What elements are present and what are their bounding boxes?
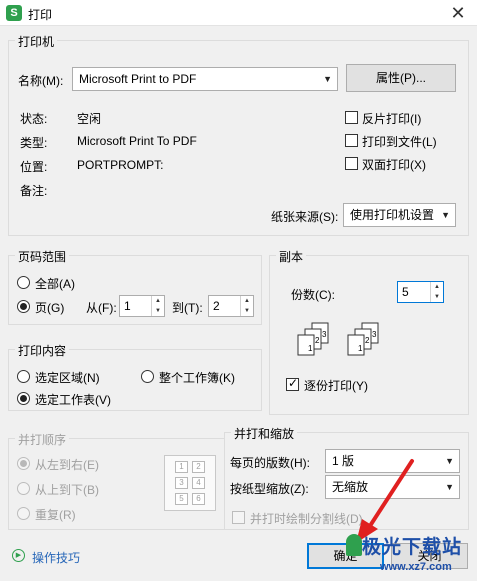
location-value: PORTPROMPT: xyxy=(77,158,164,172)
reverse-print-checkbox[interactable] xyxy=(345,111,358,124)
window-title: 打印 xyxy=(28,8,53,22)
draw-dividers-checkbox[interactable] xyxy=(232,511,245,524)
watermark-site-name: 极光下载站 xyxy=(362,537,463,558)
print-whole-workbook-label: 整个工作簿(K) xyxy=(159,371,235,385)
print-to-file-checkbox[interactable] xyxy=(345,134,358,147)
print-order-preview: 1 2 3 4 5 6 xyxy=(164,455,216,511)
stack-page-label: 1 xyxy=(308,344,313,353)
order-left-to-right-radio[interactable] xyxy=(17,457,30,470)
scale-to-paper-label: 按纸型缩放(Z): xyxy=(230,482,309,496)
app-logo-icon: S xyxy=(6,5,22,21)
copies-count-value: 5 xyxy=(402,285,409,299)
scaling-group-title: 并打和缩放 xyxy=(231,425,298,442)
collate-checkbox[interactable] xyxy=(286,376,299,391)
order-preview-cell: 3 xyxy=(175,477,188,489)
printer-group-title: 打印机 xyxy=(15,33,58,50)
page-range-all-label: 全部(A) xyxy=(35,277,75,291)
page-range-pages-radio[interactable] xyxy=(17,300,30,313)
to-page-spinner[interactable]: 2 ▲ ▼ xyxy=(208,295,254,317)
type-label: 类型: xyxy=(20,136,48,150)
close-icon: ✕ xyxy=(450,3,466,23)
print-to-file-label: 打印到文件(L) xyxy=(362,135,437,149)
order-preview-cell: 6 xyxy=(192,493,205,505)
paper-source-label: 纸张来源(S): xyxy=(271,210,339,224)
reverse-print-label: 反片打印(I) xyxy=(362,112,422,126)
stack-page-label: 3 xyxy=(322,330,327,339)
status-value: 空闲 xyxy=(77,112,102,126)
status-label: 状态: xyxy=(20,112,48,126)
chevron-down-icon: ▼ xyxy=(445,482,454,492)
site-watermark: 极光下载站 www.xz7.com xyxy=(346,530,472,578)
to-page-value: 2 xyxy=(213,299,220,313)
order-preview-cell: 1 xyxy=(175,461,188,473)
from-page-value: 1 xyxy=(124,299,131,313)
stack-page-label: 1 xyxy=(358,344,363,353)
order-preview-cell: 4 xyxy=(192,477,205,489)
order-repeat-label: 重复(R) xyxy=(35,508,76,522)
pages-per-sheet-label: 每页的版数(H): xyxy=(230,456,310,470)
spinner-arrows-icon[interactable]: ▲ ▼ xyxy=(240,296,253,316)
printer-properties-button[interactable]: 属性(P)... xyxy=(346,64,456,92)
order-top-to-bottom-radio[interactable] xyxy=(17,482,30,495)
order-preview-cell: 2 xyxy=(192,461,205,473)
order-preview-cell: 5 xyxy=(175,493,188,505)
print-active-sheet-label: 选定工作表(V) xyxy=(35,393,111,407)
spinner-arrows-icon[interactable]: ▲ ▼ xyxy=(151,296,164,316)
copies-count-spinner[interactable]: 5 ▲ ▼ xyxy=(397,281,444,303)
page-range-group-title: 页码范围 xyxy=(15,248,70,265)
stack-page-label: 2 xyxy=(365,336,370,345)
printer-name-select[interactable]: Microsoft Print to PDF ▼ xyxy=(72,67,338,91)
print-order-group-title: 并打顺序 xyxy=(15,431,70,448)
play-icon: ▶ xyxy=(12,549,25,562)
print-active-sheet-radio[interactable] xyxy=(17,392,30,405)
print-whole-workbook-radio[interactable] xyxy=(141,370,154,383)
from-page-label: 从(F): xyxy=(86,301,117,315)
operation-tips-link[interactable]: 操作技巧 xyxy=(32,549,80,566)
location-label: 位置: xyxy=(20,160,48,174)
collate-label: 逐份打印(Y) xyxy=(304,379,368,393)
printer-name-label: 名称(M): xyxy=(18,74,64,88)
duplex-print-label: 双面打印(X) xyxy=(362,158,426,172)
collate-stack-icon: 3 2 1 xyxy=(347,322,379,356)
watermark-url: www.xz7.com xyxy=(380,561,452,573)
chevron-down-icon: ▼ xyxy=(323,74,332,84)
page-range-pages-label: 页(G) xyxy=(35,301,65,315)
duplex-print-checkbox[interactable] xyxy=(345,157,358,170)
title-bar: S 打印 ✕ xyxy=(0,0,477,26)
type-value: Microsoft Print To PDF xyxy=(77,134,197,148)
page-range-all-radio[interactable] xyxy=(17,276,30,289)
collate-stack-icon: 3 2 1 xyxy=(297,322,329,356)
chevron-down-icon: ▼ xyxy=(445,456,454,466)
from-page-spinner[interactable]: 1 ▲ ▼ xyxy=(119,295,165,317)
spinner-arrows-icon[interactable]: ▲ ▼ xyxy=(430,282,443,302)
stack-page-label: 3 xyxy=(372,330,377,339)
order-repeat-radio[interactable] xyxy=(17,507,30,520)
to-page-label: 到(T): xyxy=(172,301,203,315)
copies-count-label: 份数(C): xyxy=(291,288,335,302)
chevron-down-icon: ▼ xyxy=(441,210,450,220)
print-selection-radio[interactable] xyxy=(17,370,30,383)
draw-dividers-label: 并打时绘制分割线(D) xyxy=(250,512,363,526)
watermark-logo-icon xyxy=(346,534,362,556)
order-top-to-bottom-label: 从上到下(B) xyxy=(35,483,99,497)
stack-page-label: 2 xyxy=(315,336,320,345)
print-selection-label: 选定区域(N) xyxy=(35,371,100,385)
copies-group-title: 副本 xyxy=(276,248,307,265)
paper-source-select[interactable]: 使用打印机设置 ▼ xyxy=(343,203,456,227)
order-left-to-right-label: 从左到右(E) xyxy=(35,458,99,472)
printer-name-value: Microsoft Print to PDF xyxy=(79,72,197,86)
print-content-group-title: 打印内容 xyxy=(15,342,70,359)
close-window-button[interactable]: ✕ xyxy=(447,2,469,24)
paper-source-value: 使用打印机设置 xyxy=(350,208,435,222)
comment-label: 备注: xyxy=(20,184,48,198)
